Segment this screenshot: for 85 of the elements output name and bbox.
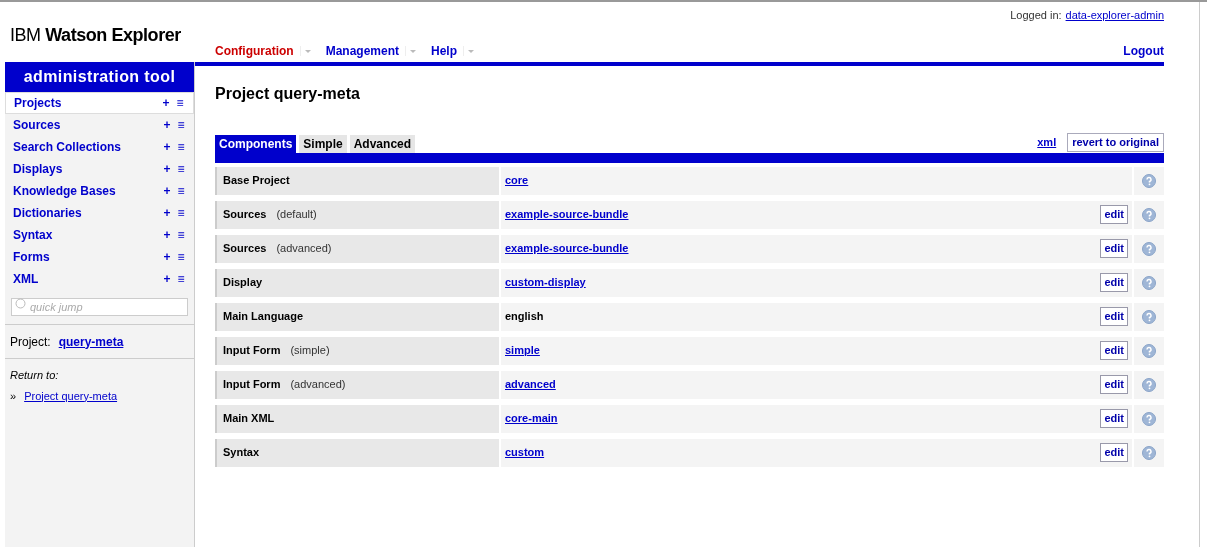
row-label: Syntax xyxy=(215,438,499,467)
list-button[interactable]: ≡ xyxy=(174,138,188,156)
sidebar-title: administration tool xyxy=(5,62,194,92)
value-link[interactable]: custom xyxy=(505,444,545,461)
row-label: Sources (default) xyxy=(215,200,499,229)
help-icon[interactable] xyxy=(1142,241,1156,256)
edit-button[interactable]: edit xyxy=(1100,409,1128,428)
row-label: Main XML xyxy=(215,404,499,433)
list-button[interactable]: ≡ xyxy=(174,182,188,200)
help-icon[interactable] xyxy=(1142,173,1156,188)
logo: IBM Watson Explorer xyxy=(9,24,182,47)
row-label: Main Language xyxy=(215,302,499,331)
value-text: english xyxy=(505,309,544,325)
add-button[interactable]: + xyxy=(160,248,174,266)
sidebar-item[interactable]: Displays + ≡ xyxy=(5,158,194,180)
sidebar-item[interactable]: Dictionaries + ≡ xyxy=(5,202,194,224)
edit-button[interactable]: edit xyxy=(1100,307,1128,326)
value-link[interactable]: example-source-bundle xyxy=(505,206,629,223)
row-label: Input Form (simple) xyxy=(215,336,499,365)
page-title: Project query-meta xyxy=(215,84,361,104)
sidebar-item[interactable]: Syntax + ≡ xyxy=(5,224,194,246)
help-icon[interactable] xyxy=(1142,377,1156,392)
value-link[interactable]: simple xyxy=(505,342,540,359)
help-icon[interactable] xyxy=(1142,445,1156,460)
row-label: Sources (advanced) xyxy=(215,234,499,263)
list-button[interactable]: ≡ xyxy=(174,204,188,222)
edit-button[interactable]: edit xyxy=(1100,239,1128,258)
edit-button[interactable]: edit xyxy=(1100,375,1128,394)
circle-icon xyxy=(15,298,26,309)
row-label: Display xyxy=(215,268,499,297)
sidebar-item[interactable]: Projects + ≡ xyxy=(5,92,194,114)
list-button[interactable]: ≡ xyxy=(174,160,188,178)
help-icon[interactable] xyxy=(1142,207,1156,222)
xml-link[interactable]: xml xyxy=(1037,134,1057,151)
list-button[interactable]: ≡ xyxy=(173,94,187,112)
help-icon[interactable] xyxy=(1142,343,1156,358)
help-icon[interactable] xyxy=(1142,411,1156,426)
return-label: Return to: xyxy=(10,368,60,383)
value-link[interactable]: custom-display xyxy=(505,274,586,291)
caret-icon[interactable] xyxy=(405,46,419,56)
add-button[interactable]: + xyxy=(160,270,174,288)
return-link[interactable]: Project query-meta xyxy=(24,387,118,404)
add-button[interactable]: + xyxy=(159,94,173,112)
add-button[interactable]: + xyxy=(160,138,174,156)
sidebar-item[interactable]: XML + ≡ xyxy=(5,268,194,290)
logout-link[interactable]: Logout xyxy=(1123,42,1164,60)
sidebar-item[interactable]: Knowledge Bases + ≡ xyxy=(5,180,194,202)
nav-menu[interactable]: Configuration xyxy=(215,42,300,60)
sidebar-item[interactable]: Forms + ≡ xyxy=(5,246,194,268)
help-icon[interactable] xyxy=(1142,275,1156,290)
tab[interactable]: Simple xyxy=(299,134,347,153)
login-label: Logged in: xyxy=(1010,8,1062,23)
list-button[interactable]: ≡ xyxy=(174,116,188,134)
revert-button[interactable]: revert to original xyxy=(1067,133,1164,152)
list-button[interactable]: ≡ xyxy=(174,226,188,244)
nav-menu[interactable]: Management xyxy=(325,42,405,60)
list-button[interactable]: ≡ xyxy=(174,248,188,266)
add-button[interactable]: + xyxy=(160,182,174,200)
caret-icon[interactable] xyxy=(299,46,314,56)
row-label: Input Form (advanced) xyxy=(215,370,499,399)
tab[interactable]: Components xyxy=(215,134,297,153)
edit-button[interactable]: edit xyxy=(1100,443,1128,462)
tab[interactable]: Advanced xyxy=(349,134,416,153)
sidebar-item[interactable]: Sources + ≡ xyxy=(5,114,194,136)
value-link[interactable]: advanced xyxy=(505,376,556,393)
bullet: » xyxy=(10,388,17,404)
sidebar-item[interactable]: Search Collections + ≡ xyxy=(5,136,194,158)
list-button[interactable]: ≡ xyxy=(174,270,188,288)
quick-jump-field[interactable]: quick jump xyxy=(11,298,188,316)
edit-button[interactable]: edit xyxy=(1100,341,1128,360)
value-link[interactable]: example-source-bundle xyxy=(505,240,629,257)
row-label: Base Project xyxy=(215,166,499,195)
nav-menu[interactable]: Help xyxy=(431,42,464,60)
project-label: Project: xyxy=(10,333,51,351)
user-link[interactable]: data-explorer-admin xyxy=(1065,7,1164,24)
edit-button[interactable]: edit xyxy=(1100,273,1128,292)
add-button[interactable]: + xyxy=(160,204,174,222)
edit-button[interactable]: edit xyxy=(1100,205,1128,224)
help-icon[interactable] xyxy=(1142,309,1156,324)
value-link[interactable]: core-main xyxy=(505,410,558,427)
project-link[interactable]: query-meta xyxy=(58,332,124,351)
value-link[interactable]: core xyxy=(505,172,529,189)
add-button[interactable]: + xyxy=(160,226,174,244)
add-button[interactable]: + xyxy=(160,116,174,134)
add-button[interactable]: + xyxy=(160,160,174,178)
